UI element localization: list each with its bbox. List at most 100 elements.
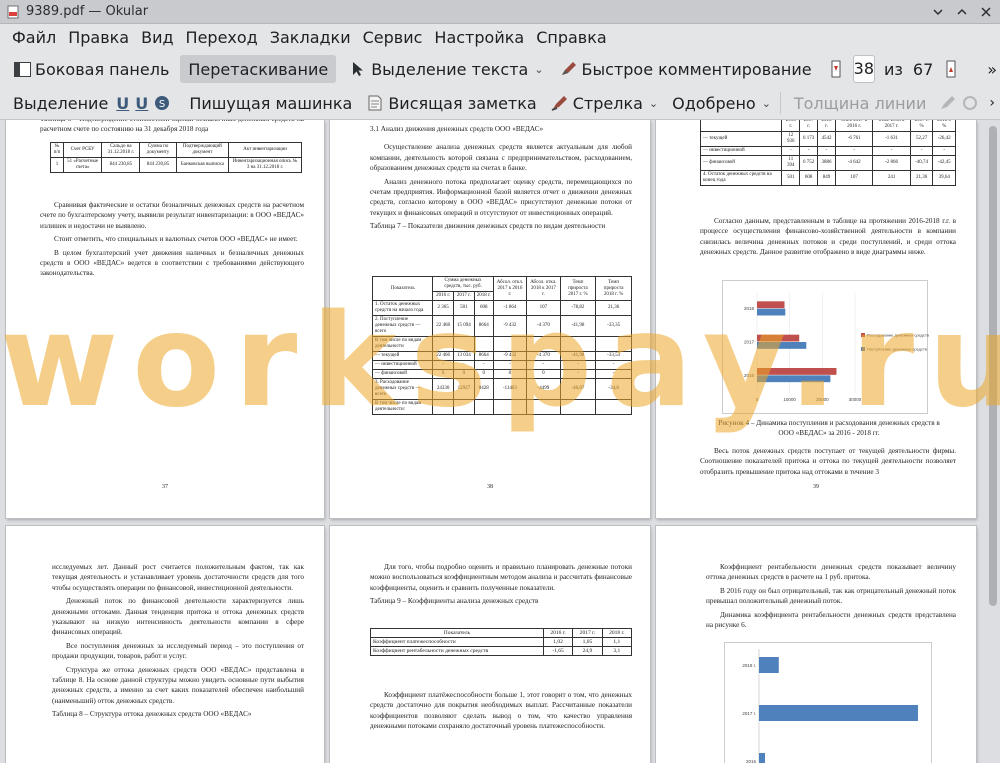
menu-help[interactable]: Справка xyxy=(530,28,613,47)
paragraph: Согласно данным, представленным в таблиц… xyxy=(700,217,956,257)
menu-go[interactable]: Переход xyxy=(180,28,264,47)
table-cell: - xyxy=(595,360,632,370)
typewriter-button[interactable]: Пишущая машинка xyxy=(184,89,357,117)
opacity-icon[interactable] xyxy=(961,94,978,112)
document-view[interactable]: Таблица 6 – Подтверждение стоимостной оц… xyxy=(0,120,1000,763)
sidebar-button[interactable]: Боковая панель xyxy=(8,55,174,83)
arrow-tool-button[interactable]: Стрелка ⌄ xyxy=(546,89,663,117)
table-cell: - xyxy=(526,360,561,370)
legend-swatch xyxy=(861,333,865,337)
ratio-chart: 2018 г. 2017 г. 2016 xyxy=(724,642,932,763)
paragraph: Весь поток денежных средств поступает от… xyxy=(700,447,956,476)
paragraph: Анализ денежного потока предполагает оце… xyxy=(370,177,632,217)
scrollbar-thumb[interactable] xyxy=(989,126,997,606)
table-header-cell: Акт инвентаризации xyxy=(228,142,302,158)
line-width-button[interactable]: Толщина линии xyxy=(789,89,932,117)
overflow-chevron-icon[interactable]: » xyxy=(982,55,1000,83)
text-select-button[interactable]: Выделение текста ⌄ xyxy=(344,55,548,83)
table-cell: 8428 xyxy=(473,378,494,400)
previous-page-icon[interactable] xyxy=(831,60,841,78)
table-cell: 849 xyxy=(817,170,836,186)
table-row: — текущей 22 466 13 034 8664 -9 432 -4 370 -41… xyxy=(371,351,632,361)
next-page-icon[interactable] xyxy=(946,60,956,78)
underline-icon[interactable]: U xyxy=(113,89,132,117)
table-cell: - xyxy=(872,146,911,156)
chevron-down-icon[interactable]: ⌄ xyxy=(762,97,771,110)
figure-caption: Рисунок 4 – Динамика поступления и расхо… xyxy=(718,419,940,438)
close-icon[interactable] xyxy=(978,4,994,20)
table-cell: -40,74 xyxy=(909,155,934,171)
table-cell: 0 xyxy=(453,369,475,379)
bar-chart: 2018 г. 2017 г. 2016 xyxy=(742,649,918,763)
table-cell: 1,05 xyxy=(572,637,603,647)
chevron-down-icon[interactable]: ⌄ xyxy=(534,63,543,76)
hanging-note-button[interactable]: Висящая заметка xyxy=(361,89,541,117)
menu-tools[interactable]: Сервис xyxy=(357,28,429,47)
chevron-down-icon[interactable]: ⌄ xyxy=(649,97,658,110)
table-cell: 2. Поступление денежных средств — всего xyxy=(371,315,434,337)
minimize-icon[interactable] xyxy=(930,4,946,20)
table-cell xyxy=(526,336,561,352)
color-picker-icon[interactable] xyxy=(939,94,957,112)
overflow-chevron-icon[interactable]: › xyxy=(984,89,1000,117)
table-cell: 22 466 xyxy=(432,351,455,361)
menu-view[interactable]: Вид xyxy=(135,28,179,47)
table-row: — финансовой 11 394 6 752 3886 -4 642 -2 866-… xyxy=(699,155,956,171)
pdf-page-40: исследуемых лет. Данный рост считается п… xyxy=(6,526,324,763)
toolbar-divider xyxy=(779,92,781,114)
maximize-icon[interactable] xyxy=(954,4,970,20)
table-caption: Таблица 9 – Коэффициенты анализа денежны… xyxy=(370,597,539,606)
stamp-button[interactable]: Одобрено ⌄ xyxy=(667,89,776,117)
drag-tool-button[interactable]: Перетаскивание xyxy=(180,55,337,83)
menu-bar: Файл Правка Вид Переход Закладки Сервис … xyxy=(0,24,1000,51)
table-cell: Инвентаризационная опись № 3 на 31.12.20… xyxy=(228,157,302,173)
table-cell: 21,36 xyxy=(909,170,934,186)
menu-edit[interactable]: Правка xyxy=(62,28,135,47)
paragraph: Коэффициент рентабельности денежных сред… xyxy=(706,563,956,582)
strikeout-icon[interactable]: S xyxy=(153,94,170,112)
table-cell xyxy=(453,399,475,415)
table-cell: 844 230,85 xyxy=(139,157,177,173)
category-label: 2018 xyxy=(744,306,755,311)
table-cell: — инвестиционной xyxy=(699,146,783,156)
page-body: Коэффициент рентабельности денежных сред… xyxy=(706,562,956,633)
table-cell: — текущей xyxy=(699,131,783,147)
table-cell: -46,87 xyxy=(559,378,597,400)
table-header-row: Показатель Сумма денежных средств, тыс. … xyxy=(371,276,632,301)
bar xyxy=(759,657,779,673)
table-header-cell: Темп прироста 2017 г. % xyxy=(559,276,597,301)
table-row: 1. Остаток денежных средств на начало го… xyxy=(371,300,632,316)
table-row: 3. Расходование денежных средств — всего… xyxy=(371,378,632,400)
table-cell: -4 642 xyxy=(834,155,874,171)
table-cell xyxy=(559,399,597,415)
squiggle-icon[interactable]: U xyxy=(132,89,151,117)
table-row: 4. Остаток денежных средств на конец год… xyxy=(699,170,956,186)
table-header-cell: Абсол. откл. 2017 к 2016 г. xyxy=(492,276,528,301)
table-header-row: № п/п Счет РСБУ Сальдо на 31.12.2018 г. … xyxy=(50,142,302,158)
table-cell: Коэффициент рентабельности денежных сред… xyxy=(370,646,544,656)
table-cell: 4. Остаток денежных средств на конец год… xyxy=(699,170,783,186)
menu-file[interactable]: Файл xyxy=(6,28,62,47)
page-number-input[interactable]: 38 xyxy=(852,55,875,83)
category-label: 2016 xyxy=(746,759,757,763)
table-header-cell: Сальдо на 31.12.2018 г. xyxy=(101,142,141,158)
table-cell: - xyxy=(932,146,956,156)
pdf-page-38: 3.1 Анализ движения денежных средств ООО… xyxy=(330,120,650,518)
table-cell: Коэффициент платежеспособности xyxy=(370,637,544,647)
table-cell: - xyxy=(834,146,874,156)
highlight-tool-button[interactable]: Выделение xyxy=(8,89,113,117)
menu-bookmarks[interactable]: Закладки xyxy=(264,28,357,47)
quick-comment-button[interactable]: Быстрое комментирование xyxy=(555,55,817,83)
table-cell: - xyxy=(492,360,528,370)
paragraph: В 2016 году он был отрицательный, так ка… xyxy=(706,586,956,606)
table-cell: 0 xyxy=(432,369,455,379)
table-cell: -34,8 xyxy=(595,378,632,400)
table-cell: 1,1 xyxy=(601,637,633,647)
table-cell: 12927 xyxy=(453,378,475,400)
menu-settings[interactable]: Настройка xyxy=(428,28,530,47)
legend-swatch xyxy=(861,347,865,351)
page-body-2: Весь поток денежных средств поступает от… xyxy=(700,446,956,480)
table-header-cell: Счет РСБУ xyxy=(62,142,103,158)
table-cell: 0 xyxy=(473,369,494,379)
table-cell: 8664 xyxy=(473,315,494,337)
